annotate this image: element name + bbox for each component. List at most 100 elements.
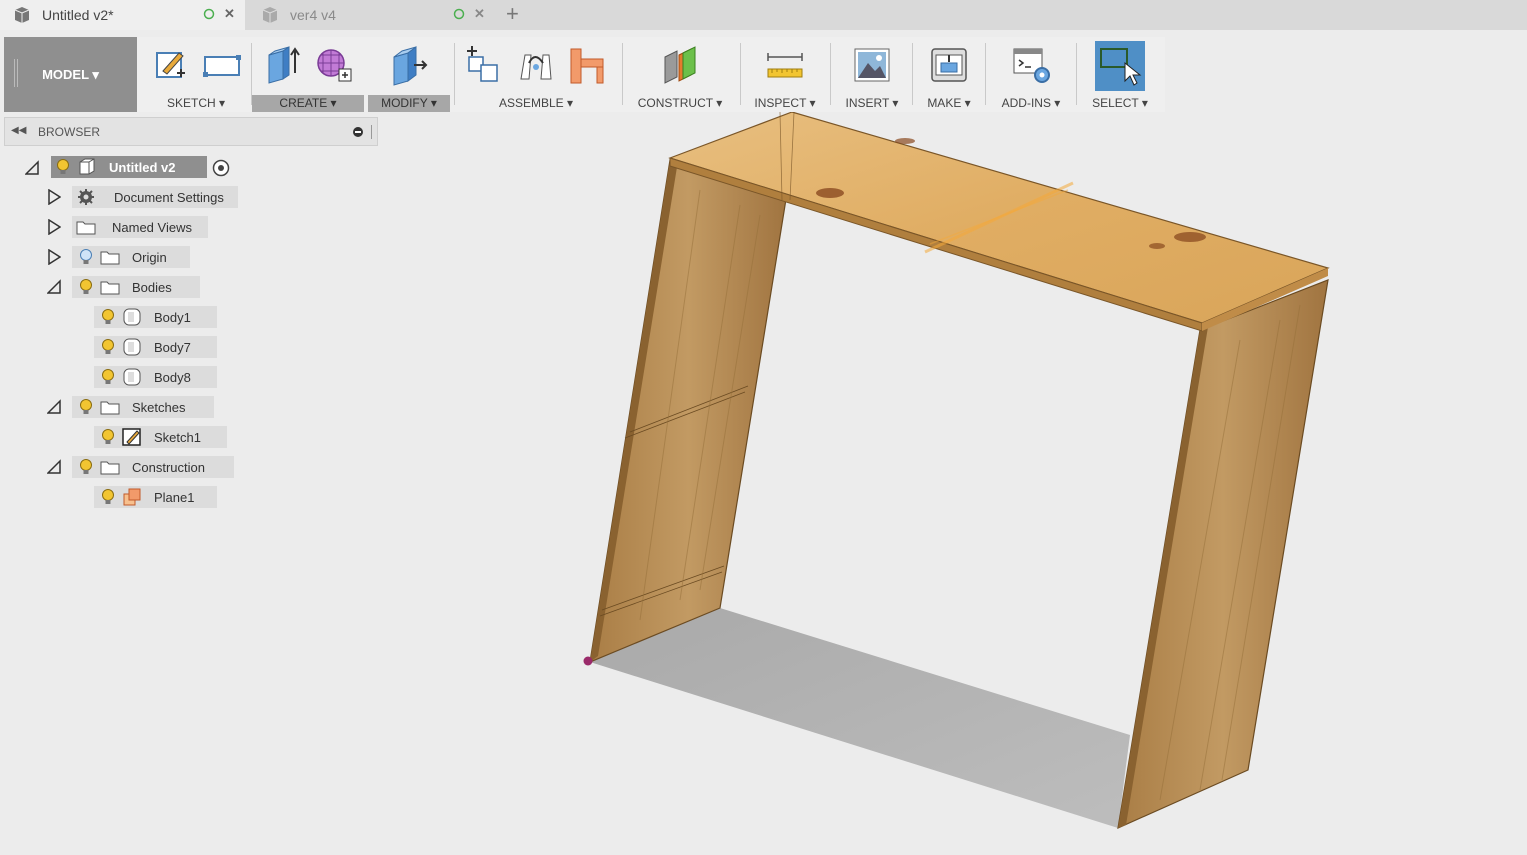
tree-node-sketches[interactable]: Sketches [72,396,214,418]
gear-icon [78,189,94,205]
insert-image-icon[interactable] [851,43,893,87]
workspace-switcher-button[interactable]: MODEL ▾ [4,37,137,112]
tab-ver4-v4[interactable]: ver4 v4 ✕ [248,0,496,30]
collapse-triangle-icon[interactable] [47,459,61,475]
tab-status-circle-icon [203,8,215,20]
tree-node-label: Document Settings [114,189,224,205]
ribbon-toolbar: MODEL ▾ SKETCH ▾ CREATE ▾ MODIFY ▾ ASSEM… [4,37,1165,112]
collapse-triangle-icon[interactable] [47,399,61,415]
tree-node-label: Body8 [154,369,191,385]
rectangle-sketch-icon[interactable] [201,43,243,87]
visibility-bulb-icon[interactable] [78,278,94,296]
expand-triangle-icon[interactable] [47,249,61,265]
document-cube-icon [262,7,278,23]
visibility-bulb-icon[interactable] [78,398,94,416]
close-tab-icon[interactable]: ✕ [224,6,235,22]
visibility-bulb-icon[interactable] [100,338,116,356]
component-icon [79,158,95,175]
browser-resize-grip[interactable] [371,125,374,139]
sketch-group[interactable]: SKETCH ▾ [141,37,251,112]
ground-shadow [590,608,1130,828]
toolbar-separator [912,43,913,105]
close-tab-icon[interactable]: ✕ [474,6,485,22]
assemble-menu-label[interactable]: ASSEMBLE ▾ [456,95,616,112]
offset-plane-icon[interactable] [659,43,701,87]
visibility-bulb-icon[interactable] [100,488,116,506]
collapse-triangle-icon[interactable] [25,160,39,176]
folder-icon [100,281,120,295]
scripts-addins-icon[interactable] [1010,43,1052,87]
create-group[interactable]: CREATE ▾ [252,37,364,112]
tree-node-body8[interactable]: Body8 [94,366,217,388]
tree-node-label: Sketch1 [154,429,201,445]
body-icon [123,338,141,356]
new-component-icon[interactable] [463,43,505,87]
construct-group[interactable]: CONSTRUCT ▾ [626,37,734,112]
visibility-bulb-icon[interactable] [100,308,116,326]
select-group[interactable]: SELECT ▾ [1080,37,1160,112]
toolbar-grip [14,59,18,87]
tree-node-label: Origin [132,249,167,265]
expand-triangle-icon[interactable] [47,219,61,235]
3d-print-icon[interactable] [928,43,970,87]
visibility-bulb-off-icon[interactable] [78,248,94,266]
folder-icon [100,461,120,475]
document-tab-bar: Untitled v2* ✕ ver4 v4 ✕ + [0,0,1527,30]
press-pull-icon[interactable] [388,43,430,87]
toolbar-separator [622,43,623,105]
sketch-menu-label[interactable]: SKETCH ▾ [141,95,251,112]
activate-target-icon[interactable] [211,158,231,178]
select-menu-label[interactable]: SELECT ▾ [1080,95,1160,112]
model-viewport-canvas[interactable] [380,112,1527,855]
tree-node-named-views[interactable]: Named Views [72,216,208,238]
right-side-panel-body[interactable] [1117,279,1329,830]
insert-group[interactable]: INSERT ▾ [834,37,910,112]
tree-root-node[interactable]: Untitled v2 [51,156,207,178]
create-menu-label[interactable]: CREATE ▾ [252,95,364,112]
visibility-bulb-icon[interactable] [100,428,116,446]
tree-node-plane1[interactable]: Plane1 [94,486,217,508]
visibility-bulb-icon[interactable] [100,368,116,386]
tree-node-label: Named Views [112,219,192,235]
tab-title: Untitled v2* [42,7,114,23]
inspect-menu-label[interactable]: INSPECT ▾ [744,95,826,112]
measure-ruler-icon[interactable] [764,43,806,87]
tree-node-label: Construction [132,459,205,475]
visibility-bulb-icon[interactable] [78,458,94,476]
visibility-bulb-icon[interactable] [55,158,71,176]
addins-group[interactable]: ADD-INS ▾ [990,37,1072,112]
addins-menu-label[interactable]: ADD-INS ▾ [990,95,1072,112]
new-tab-plus-icon[interactable]: + [506,1,519,27]
as-built-joint-icon[interactable] [567,43,609,87]
tree-node-body7[interactable]: Body7 [94,336,217,358]
tab-untitled-v2[interactable]: Untitled v2* ✕ [0,0,245,30]
tree-node-bodies[interactable]: Bodies [72,276,200,298]
create-sketch-icon[interactable] [149,43,191,87]
tree-node-origin[interactable]: Origin [72,246,190,268]
minimize-browser-icon[interactable] [353,127,363,137]
make-menu-label[interactable]: MAKE ▾ [916,95,982,112]
tree-node-document-settings[interactable]: Document Settings [72,186,238,208]
make-group[interactable]: MAKE ▾ [916,37,982,112]
collapse-browser-icon[interactable]: ◀◀ [11,125,26,136]
modify-menu-label[interactable]: MODIFY ▾ [368,95,450,112]
tree-node-body1[interactable]: Body1 [94,306,217,328]
tree-root-label: Untitled v2 [109,159,176,175]
collapse-triangle-icon[interactable] [47,279,61,295]
select-window-icon[interactable] [1095,41,1145,91]
toolbar-separator [985,43,986,105]
tree-node-construction[interactable]: Construction [72,456,234,478]
modify-group[interactable]: MODIFY ▾ [368,37,450,112]
extrude-icon[interactable] [261,43,303,87]
assemble-group[interactable]: ASSEMBLE ▾ [456,37,616,112]
left-side-panel-body[interactable] [589,159,788,663]
folder-icon [100,401,120,415]
tree-node-sketch1[interactable]: Sketch1 [94,426,227,448]
construct-menu-label[interactable]: CONSTRUCT ▾ [626,95,734,112]
expand-triangle-icon[interactable] [47,189,61,205]
origin-point-marker[interactable] [583,656,593,666]
form-mesh-icon[interactable] [313,43,355,87]
insert-menu-label[interactable]: INSERT ▾ [834,95,910,112]
joint-icon[interactable] [515,43,557,87]
inspect-group[interactable]: INSPECT ▾ [744,37,826,112]
